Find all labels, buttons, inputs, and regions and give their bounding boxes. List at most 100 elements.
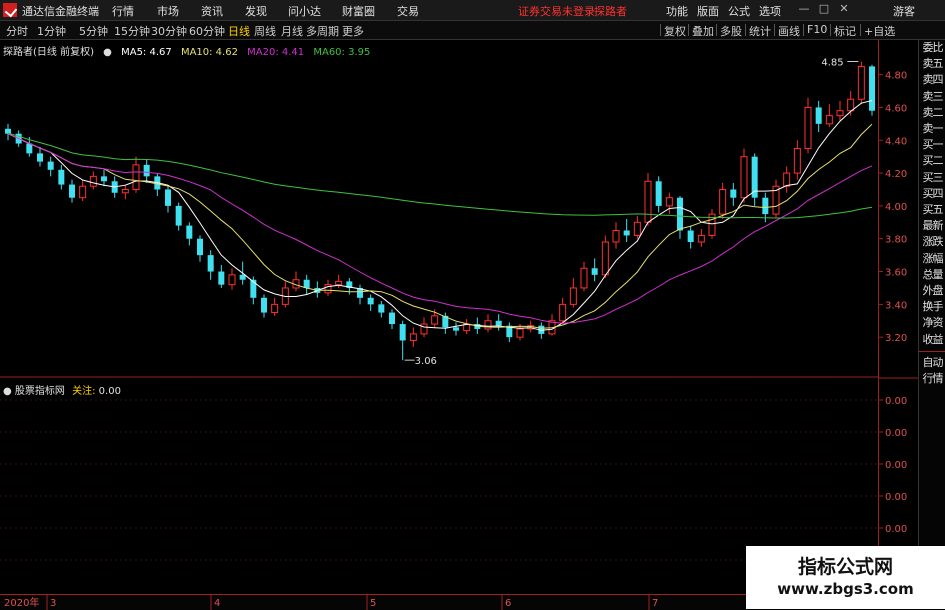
menu-quotes[interactable]: 行情 [112,3,134,19]
stats-button[interactable]: 统计 [749,23,771,39]
low-label: 3.06 [415,356,437,367]
menu-formula[interactable]: 公式 [728,3,750,19]
indicator-toggle-icon[interactable]: ● [3,386,12,397]
add-watchlist-button[interactable]: +自选 [864,23,895,39]
adjust-button[interactable]: 复权 [664,23,686,39]
side-item[interactable]: 卖一 [919,121,945,137]
candle-body [612,230,620,243]
price-axis: 4.80 4.60 4.40 4.20 4.00 3.80 3.60 3.40 3.20 0.00… [878,40,919,592]
sub-tick-label: 0.00 [885,460,907,471]
candlestick-chart[interactable]: 4.85 3.06 [0,40,878,378]
candle-body [239,274,246,280]
candle-body [303,279,310,288]
price-tick-label: 3.60 [885,268,907,279]
candles-group [5,61,875,361]
side-item[interactable]: 卖五 [919,56,945,72]
period-1min[interactable]: 1分钟 [37,23,66,39]
menu-trade[interactable]: 交易 [397,3,419,19]
candle-body [847,98,855,112]
ma20-label: MA20: 4.41 [247,47,305,58]
side-item[interactable]: 最新 [919,218,945,234]
candle-body [825,115,833,125]
draw-button[interactable]: 画线 [778,23,800,39]
side-item[interactable]: 涨跌 [919,234,945,250]
side-item[interactable]: 卖三 [919,89,945,105]
candle-body [644,180,652,223]
period-weekly[interactable]: 周线 [254,23,276,39]
candle-body [633,221,641,236]
side-item[interactable]: 买五 [919,202,945,218]
side-item[interactable]: 收益 [919,332,945,348]
indicator-legend: ● 股票指标网 关注: 0.00 [3,382,121,397]
period-more[interactable]: 更多 [342,23,364,39]
candle-body [389,312,395,325]
candle-body [804,106,812,149]
period-60min[interactable]: 60分钟 [189,23,225,39]
candle-body [409,333,417,341]
guest-label[interactable]: 游客 [893,3,915,19]
period-daily[interactable]: 日线 [228,23,250,39]
candle-body [484,320,492,330]
side-item[interactable]: 外盘 [919,283,945,299]
candle-body [79,185,87,199]
period-multi[interactable]: 多周期 [306,23,339,39]
side-item[interactable]: 卖二 [919,105,945,121]
login-notice[interactable]: 证券交易未登录 [518,3,595,19]
candle-body [89,175,97,187]
overlay-button[interactable]: 叠加 [692,23,714,39]
side-item[interactable]: 买三 [919,170,945,186]
toolbar-divider [774,24,775,36]
close-icon[interactable]: ✕ [837,2,851,16]
side-item[interactable]: 买四 [919,186,945,202]
side-item[interactable]: 换手 [919,299,945,315]
restore-icon[interactable]: □ [817,2,831,16]
candle-body [762,197,769,215]
period-intraday[interactable]: 分时 [6,23,28,39]
side-item[interactable]: 涨幅 [919,251,945,267]
menu-ask[interactable]: 问小达 [288,3,321,19]
date-label: 6 [505,598,511,609]
toolbar-divider [830,24,831,36]
candle-body [399,324,406,341]
sub-tick-label: 0.00 [885,492,907,503]
candle-body [261,297,267,313]
menu-function[interactable]: 功能 [666,3,688,19]
minimize-icon[interactable]: — [797,2,811,16]
menu-news[interactable]: 资讯 [201,3,223,19]
candle-body [250,279,257,298]
multi-stock-button[interactable]: 多股 [720,23,742,39]
toolbar-divider [716,24,717,36]
period-5min[interactable]: 5分钟 [79,23,108,39]
candle-body [58,169,65,185]
candle-body [569,287,577,305]
period-monthly[interactable]: 月线 [281,23,303,39]
watermark-url: www.zbgs3.com [777,580,914,598]
menu-layout[interactable]: 版面 [697,3,719,19]
side-item[interactable]: 买二 [919,153,945,169]
legend-toggle-icon[interactable]: ● [103,47,112,58]
chart-legend: 探路者(日线 前复权) ● MA5: 4.67 MA10: 4.62 MA20:… [3,43,376,58]
period-30min[interactable]: 30分钟 [151,23,187,39]
mark-button[interactable]: 标记 [834,23,856,39]
candle-body [495,320,502,326]
side-item[interactable]: 委比 [919,40,945,56]
menu-bar: 通达信金融终端 行情 市场 资讯 发现 问小达 财富圈 交易 证券交易未登录 探… [0,0,945,21]
ma-lines-group [7,100,873,331]
menu-wealth[interactable]: 财富圈 [342,3,375,19]
candle-body [197,238,203,256]
side-item-auto[interactable]: 自动 [919,355,945,371]
price-tick-label: 4.20 [885,169,907,180]
menu-market[interactable]: 市场 [157,3,179,19]
period-15min[interactable]: 15分钟 [114,23,150,39]
side-item[interactable]: 净资 [919,315,945,331]
side-item[interactable]: 总量 [919,267,945,283]
user-name[interactable]: 探路者 [594,3,627,19]
candle-body [228,274,236,286]
side-item-auto[interactable]: 行情 [919,371,945,387]
f10-button[interactable]: F10 [807,23,827,36]
candle-body [367,297,374,305]
menu-discover[interactable]: 发现 [245,3,267,19]
side-item[interactable]: 卖四 [919,72,945,88]
side-item[interactable]: 买一 [919,137,945,153]
menu-options[interactable]: 选项 [759,3,781,19]
